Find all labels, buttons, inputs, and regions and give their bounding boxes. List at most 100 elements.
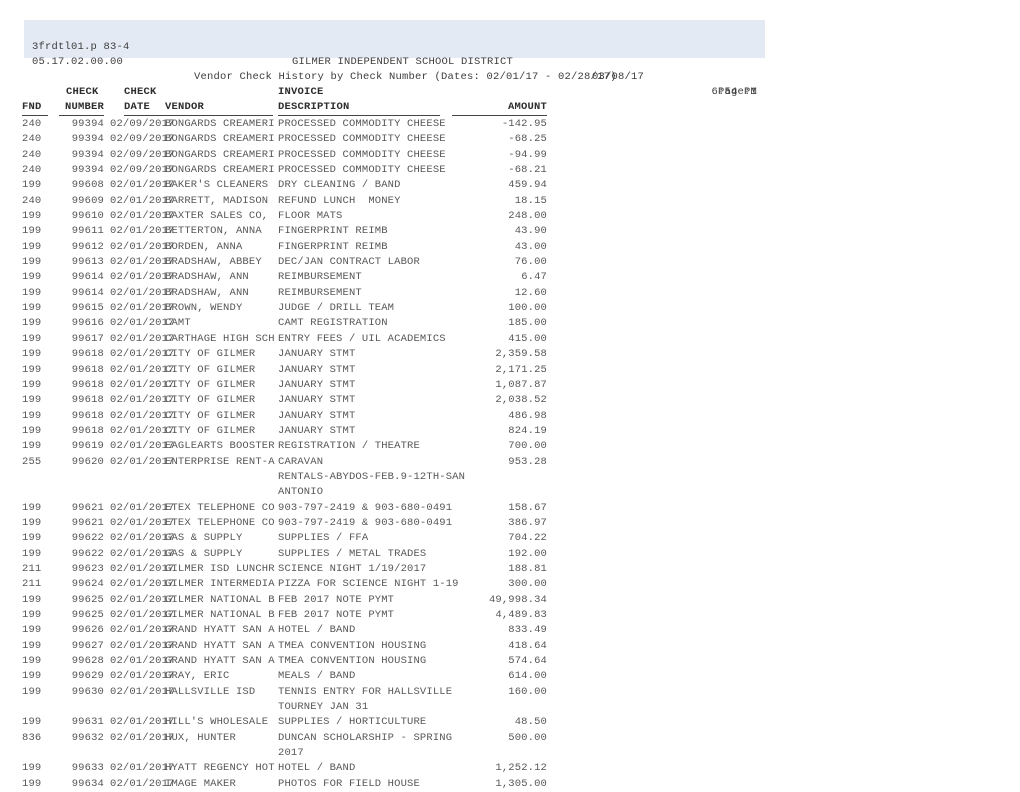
cell-amount: 18.15 xyxy=(514,194,547,207)
column-header-fnd: FND xyxy=(22,101,48,116)
table-row: 199 99634 02/01/2017 IMAGE MAKER PHOTOS FOR … xyxy=(0,777,1020,792)
cell-vendor: GILMER NATIONAL BANK xyxy=(165,593,275,606)
cell-amount: -142.95 xyxy=(501,118,547,130)
cell-check-number: 99617 xyxy=(71,332,104,345)
cell-check-number: 99625 xyxy=(71,593,104,606)
cell-vendor: CITY OF GILMER xyxy=(165,409,256,422)
column-header-amount: AMOUNT xyxy=(452,101,547,116)
cell-vendor: GRAND HYATT SAN ANTO xyxy=(165,624,275,637)
cell-invoice-description: TMEA CONVENTION HOUSING xyxy=(278,639,427,652)
cell-invoice-description: FEB 2017 NOTE PYMT xyxy=(278,609,395,621)
cell-check-number: 99611 xyxy=(71,225,104,238)
cell-check-date: 02/01/2017 xyxy=(110,256,175,269)
cell-amount: 833.49 xyxy=(508,624,547,637)
report-header-line-2: 05.17.02.00.00 Vendor Check History by C… xyxy=(24,40,765,98)
district-title: GILMER INDEPENDENT SCHOOL DISTRICT xyxy=(292,56,514,68)
table-row: 199 99622 02/01/2017 GAS & SUPPLY SUPPLIES /… xyxy=(0,531,1020,546)
cell-check-number: 99613 xyxy=(71,256,104,269)
table-row: 211 99623 02/01/2017GILMER ISD LUNCHROOMSC… xyxy=(0,562,1020,577)
cell-vendor: GRAND HYATT SAN ANTO xyxy=(165,655,275,668)
cell-amount: 2,171.25 xyxy=(495,363,547,376)
cell-invoice-description: SUPPLIES / HORTICULTURE xyxy=(278,716,427,729)
cell-fnd: 199 xyxy=(22,762,42,775)
column-header-description: DESCRIPTION xyxy=(278,101,440,116)
cell-amount: -68.21 xyxy=(508,164,547,177)
cell-invoice-description: FINGERPRINT REIMB xyxy=(278,225,388,238)
cell-invoice-description: REIMBURSEMENT xyxy=(278,271,362,284)
cell-amount: 160.00 xyxy=(508,685,547,698)
cell-amount: 43.00 xyxy=(514,240,547,253)
cell-check-date: 02/01/2017 xyxy=(110,762,175,775)
cell-invoice-description: REGISTRATION / THEATRE xyxy=(278,440,420,453)
cell-check-number: 99394 xyxy=(71,118,104,130)
cell-vendor: IMAGE MAKER xyxy=(165,777,236,790)
table-row: 199 99610 02/01/2017BAXTER SALES CO, INCFL… xyxy=(0,209,1020,224)
cell-fnd: 199 xyxy=(22,624,42,637)
cell-check-date: 02/01/2017 xyxy=(110,578,175,591)
cell-check-number: 99632 xyxy=(71,731,104,744)
cell-invoice-description: PIZZA FOR SCIENCE NIGHT 1-19 xyxy=(278,578,459,591)
cell-amount: -94.99 xyxy=(508,148,547,161)
cell-check-number: 99625 xyxy=(71,609,104,621)
column-header-number: NUMBER xyxy=(59,101,104,116)
table-row: 199 99618 02/01/2017 CITY OF GILMER JANUARY … xyxy=(0,424,1020,439)
cell-fnd: 199 xyxy=(22,685,42,698)
cell-invoice-description: SUPPLIES / METAL TRADES xyxy=(278,547,427,560)
cell-fnd: 199 xyxy=(22,179,42,192)
cell-invoice-description: PROCESSED COMMODITY CHEESE xyxy=(278,164,446,177)
cell-amount: 12.60 xyxy=(514,286,547,299)
cell-check-date: 02/01/2017 xyxy=(110,240,175,253)
cell-check-number: 99614 xyxy=(71,286,104,299)
cell-vendor: GILMER ISD LUNCHROOM xyxy=(165,562,275,575)
cell-invoice-description: PROCESSED COMMODITY CHEESE xyxy=(278,118,446,130)
cell-fnd: 199 xyxy=(22,639,42,652)
cell-check-date: 02/01/2017 xyxy=(110,317,175,330)
cell-check-number: 99610 xyxy=(71,210,104,223)
cell-vendor: CITY OF GILMER xyxy=(165,378,256,391)
cell-amount: 500.00 xyxy=(508,731,547,744)
cell-invoice-description: CAMT REGISTRATION xyxy=(278,317,388,330)
cell-vendor: GRAND HYATT SAN ANTO xyxy=(165,639,275,652)
column-header-vendor: VENDOR xyxy=(165,101,273,116)
cell-invoice-description: PHOTOS FOR FIELD HOUSE xyxy=(278,777,420,790)
cell-check-number: 99624 xyxy=(71,578,104,591)
cell-check-date: 02/09/2017 xyxy=(110,118,175,130)
cell-vendor: BONGARDS CREAMERIES xyxy=(165,148,275,161)
cell-fnd: 240 xyxy=(22,118,42,130)
cell-amount: 192.00 xyxy=(508,547,547,560)
cell-fnd: 199 xyxy=(22,716,42,729)
cell-amount: 248.00 xyxy=(508,210,547,223)
cell-check-number: 99629 xyxy=(71,670,104,683)
cell-check-date: 02/01/2017 xyxy=(110,424,175,437)
table-row: 199 99617 02/01/2017CARTHAGE HIGH SCHOOLEN… xyxy=(0,332,1020,347)
cell-vendor: HYATT REGENCY HOTEL- xyxy=(165,762,275,775)
cell-amount: 300.00 xyxy=(508,578,547,591)
cell-invoice-description: CARAVAN xyxy=(278,455,324,468)
table-row: 199 99618 02/01/2017 CITY OF GILMER JANUARY … xyxy=(0,393,1020,408)
cell-check-date: 02/01/2017 xyxy=(110,670,175,683)
cell-vendor: BARRETT, MADISON xyxy=(165,194,269,207)
cell-vendor: BRADSHAW, ABBEY xyxy=(165,256,262,269)
cell-vendor: BROWN, WENDY xyxy=(165,302,243,315)
cell-fnd: 240 xyxy=(22,148,42,161)
cell-check-number: 99616 xyxy=(71,317,104,330)
cell-amount: 1,087.87 xyxy=(495,378,547,391)
column-header-check-date-top: CHECK xyxy=(124,86,157,98)
report-rows-container: 2409939402/09/2017BONGARDS CREAMERIESPRO… xyxy=(0,117,1020,792)
cell-check-number: 99631 xyxy=(71,716,104,729)
cell-check-date: 02/09/2017 xyxy=(110,133,175,146)
cell-check-number: 99622 xyxy=(71,547,104,560)
cell-fnd: 199 xyxy=(22,655,42,668)
cell-check-number: 99633 xyxy=(71,762,104,775)
cell-amount: 418.64 xyxy=(508,639,547,652)
cell-check-number: 99618 xyxy=(71,394,104,407)
cell-check-number: 99621 xyxy=(71,501,104,514)
table-row: 836 99632 02/01/2017 HUX, HUNTER DUNCAN SCHO… xyxy=(0,731,1020,746)
cell-check-date: 02/01/2017 xyxy=(110,409,175,422)
cell-check-number: 99609 xyxy=(71,194,104,207)
program-version: 05.17.02.00.00 xyxy=(32,56,124,68)
cell-fnd: 240 xyxy=(22,194,42,207)
cell-invoice-description: TOURNEY JAN 31 xyxy=(278,701,369,714)
cell-amount: 2,038.52 xyxy=(495,394,547,407)
cell-vendor: HALLSVILLE ISD xyxy=(165,685,256,698)
